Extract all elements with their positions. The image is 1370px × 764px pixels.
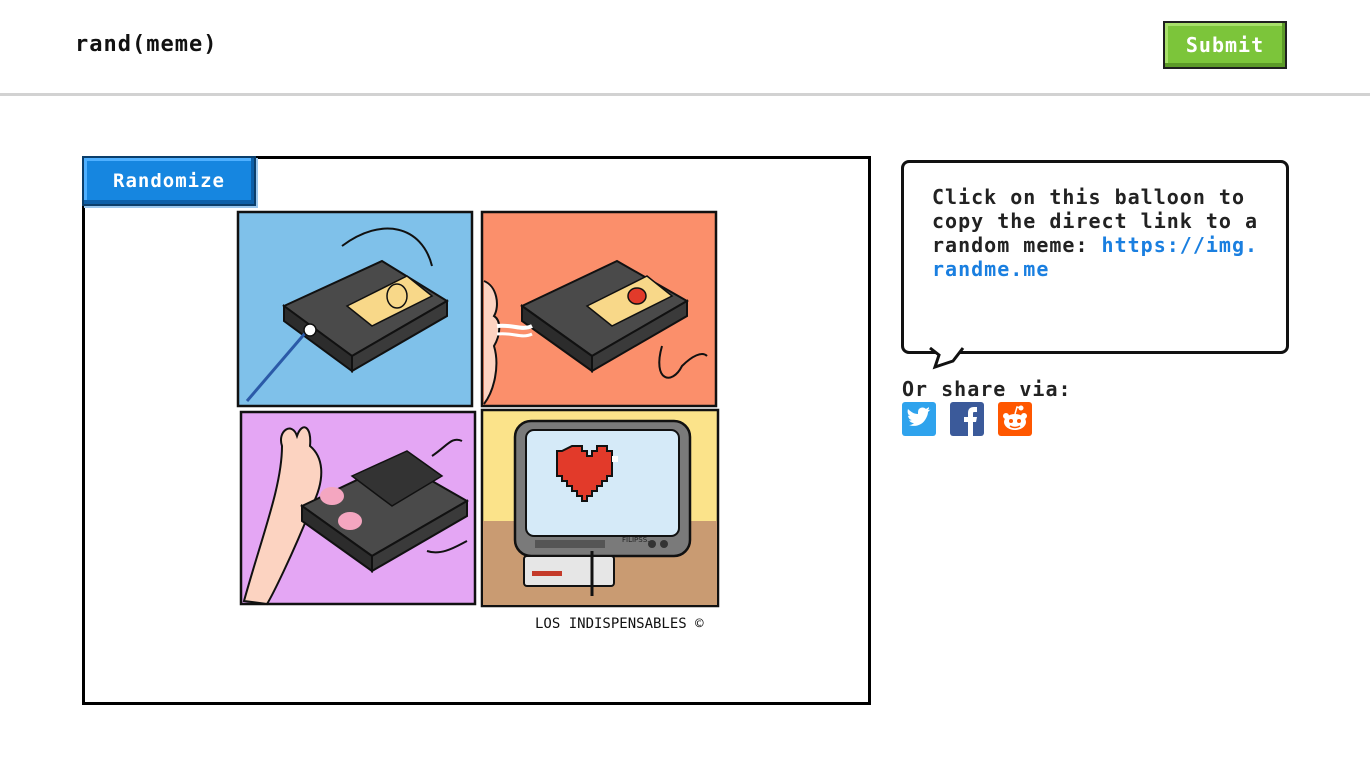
meme-image: LOS INDISPENSABLES © FILIPSS. (236, 210, 720, 632)
meme-panel-1 (236, 210, 474, 408)
randomize-button[interactable]: Randomize (82, 156, 256, 206)
meme-panel-4 (480, 408, 720, 608)
meme-credit: LOS INDISPENSABLES © (535, 616, 704, 632)
balloon-tail (929, 347, 965, 370)
brand-logo[interactable]: rand(meme) (75, 32, 217, 57)
share-label: Or share via: (902, 377, 1072, 401)
balloon-text: Click on this balloon to copy the direct… (932, 185, 1262, 281)
reddit-icon[interactable] (998, 402, 1032, 436)
header: rand(meme) Submit (0, 0, 1370, 96)
twitter-icon[interactable] (902, 402, 936, 436)
share-icons (902, 402, 1032, 436)
meme-panel-2 (480, 210, 718, 408)
meme-tv-brand: FILIPSS. (622, 536, 649, 544)
submit-button[interactable]: Submit (1163, 21, 1287, 69)
meme-panel-3 (239, 410, 477, 606)
facebook-icon[interactable] (950, 402, 984, 436)
copy-link-balloon[interactable]: Click on this balloon to copy the direct… (901, 160, 1289, 354)
